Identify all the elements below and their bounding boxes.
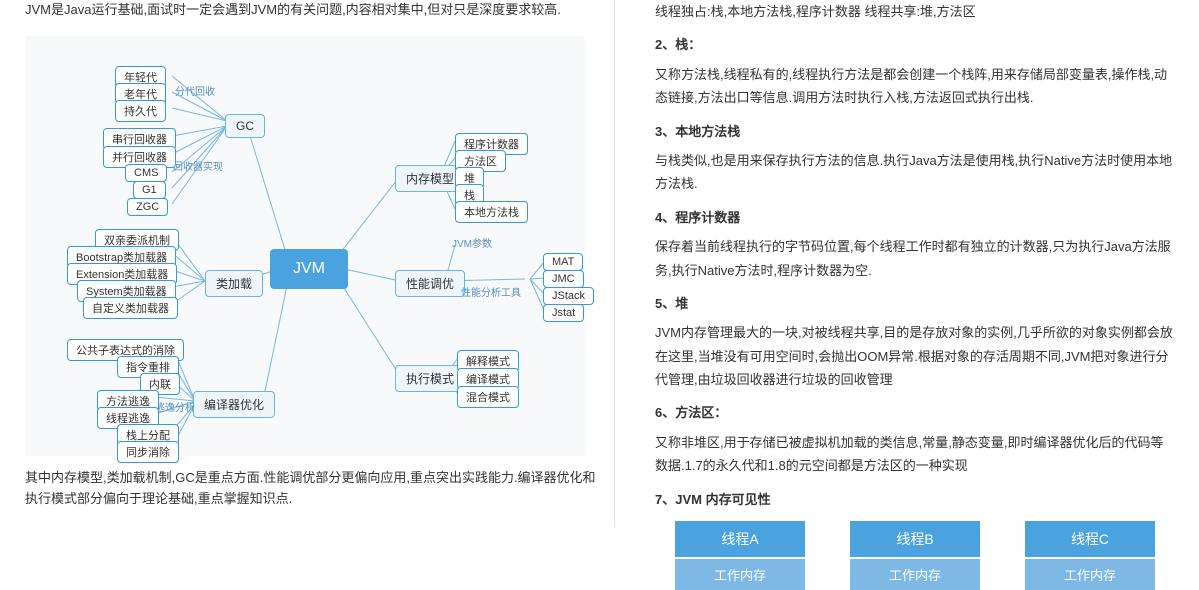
left-column: JVM是Java运行基础,面试时一定会遇到JVM的有关问题,内容相对集中,但对只… [0,0,615,527]
node-jvm-center: JVM [270,249,348,289]
title-3: 3、本地方法栈 [655,120,1175,143]
thread-c: 线程C 工作内存 [1025,521,1155,590]
node-jmc: JMC [543,270,584,288]
thread-b-title: 线程B [850,521,980,557]
para-2: 又称方法栈,线程私有的,线程执行方法是都会创建一个栈阵,用来存储局部变量表,操作… [655,63,1175,110]
title-6: 6、方法区： [655,401,1175,424]
line-thread-summary: 线程独占:栈,本地方法栈,程序计数器 线程共享:堆,方法区 [655,0,1175,23]
thread-b-sub: 工作内存 [850,559,980,590]
label-gen-collect: 分代回收 [175,83,215,98]
node-mat: MAT [543,253,583,271]
node-zgc: ZGC [127,198,168,216]
thread-c-title: 线程C [1025,521,1155,557]
thread-a-title: 线程A [675,521,805,557]
node-jstat: Jstat [543,304,584,322]
label-collector-impl: 回收器实现 [173,158,223,173]
thread-a-sub: 工作内存 [675,559,805,590]
label-perf-tools: 性能分析工具 [461,284,521,299]
thread-b: 线程B 工作内存 [850,521,980,590]
title-2: 2、栈： [655,33,1175,56]
thread-c-sub: 工作内存 [1025,559,1155,590]
node-mixed: 混合模式 [457,386,519,408]
node-syncelim: 同步消除 [117,441,179,463]
node-g1: G1 [133,181,166,199]
node-jstack: JStack [543,287,594,305]
thread-a: 线程A 工作内存 [675,521,805,590]
node-perm: 持久代 [115,100,166,122]
jvm-mindmap: JVM GC 类加载 编译器优化 内存模型 性能调优 执行模式 分代回收 回收器… [25,36,585,456]
para-6: 又称非堆区,用于存储已被虚拟机加载的类信息,常量,静态变量,即时编译器优化后的代… [655,431,1175,478]
node-perf: 性能调优 [395,270,465,297]
intro2-text: 其中内存模型,类加载机制,GC是重点方面.性能调优部分更偏向应用,重点突出实践能… [25,468,604,510]
para-5: JVM内存管理最大的一块,对被线程共享,目的是存放对象的实例,几乎所欲的对象实例… [655,321,1175,391]
node-cms: CMS [125,164,167,182]
node-custom: 自定义类加载器 [83,297,178,319]
title-7: 7、JVM 内存可见性 [655,488,1175,511]
title-5: 5、堆 [655,292,1175,315]
node-gc: GC [225,114,265,138]
para-4: 保存着当前线程执行的字节码位置,每个线程工作时都有独立的计数器,只为执行Java… [655,235,1175,282]
label-escape: 逃逸分析 [155,399,195,414]
para-3: 与栈类似,也是用来保存执行方法的信息.执行Java方法是使用栈,执行Native… [655,149,1175,196]
node-exec: 执行模式 [395,365,465,392]
right-column: 线程独占:栈,本地方法栈,程序计数器 线程共享:堆,方法区 2、栈： 又称方法栈… [615,0,1195,527]
threads-diagram: 线程A 工作内存 线程B 工作内存 线程C 工作内存 [655,521,1175,590]
node-native-stack: 本地方法栈 [455,201,528,223]
title-4: 4、程序计数器 [655,206,1175,229]
label-jvm-params: JVM参数 [452,235,492,250]
node-compiler: 编译器优化 [193,391,275,418]
intro-text: JVM是Java运行基础,面试时一定会遇到JVM的有关问题,内容相对集中,但对只… [25,0,604,21]
node-classload: 类加载 [205,270,263,297]
